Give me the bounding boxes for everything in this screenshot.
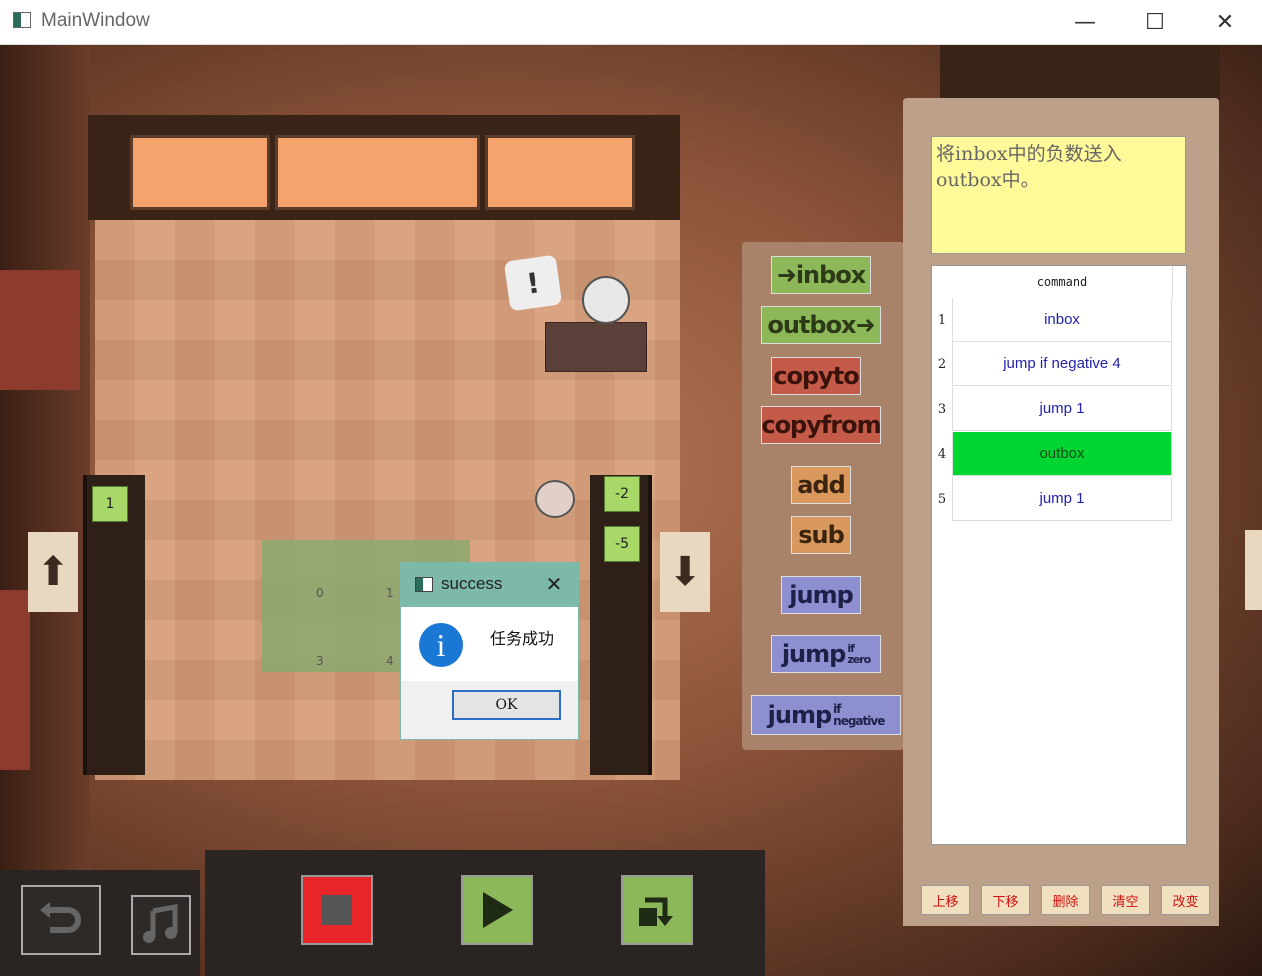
dialog-titlebar: success ✕ [401,563,578,607]
right-arrow-icon: ➜ [776,261,797,289]
ceiling-beam [940,45,1220,100]
tile-label: 4 [386,654,394,668]
move-down-button[interactable]: 下移 [981,885,1030,915]
dialog-body: i 任务成功 [401,607,578,681]
table-row[interactable]: 5 jump 1 [932,477,1172,521]
dialog-title: success [441,574,503,593]
window-title: MainWindow [41,10,150,31]
negative-suffix-icon: if negative [833,702,885,728]
outbox-conveyor [590,475,652,775]
row-command[interactable]: jump 1 [952,387,1172,431]
play-icon [483,892,513,928]
skylight [130,135,270,210]
cmd-add-button[interactable]: add [791,466,851,504]
cmd-label: jump [781,640,846,668]
boss-desk [545,322,647,372]
stop-icon [322,895,352,925]
cmd-label: outbox [767,311,856,339]
cmd-jump-if-zero-button[interactable]: jump if zero [771,635,881,673]
skylight [485,135,635,210]
wall-stripe [0,590,30,770]
close-button[interactable]: ✕ [1202,8,1248,36]
cmd-copyto-button[interactable]: copyto [771,357,861,395]
undo-button[interactable] [21,885,101,955]
cmd-inbox-button[interactable]: ➜ inbox [771,256,871,294]
wall-stripe [0,270,80,390]
tile-label: 1 [386,586,394,600]
step-button[interactable] [621,875,693,945]
app-icon [13,12,31,28]
step-icon [639,897,673,926]
tile-label: 3 [316,654,324,668]
window-titlebar: MainWindow — ☐ ✕ [0,0,1262,45]
dialog-message: 任务成功 [490,629,555,648]
program-table[interactable]: command 1 inbox 2 jump if negative 4 3 j… [931,265,1187,845]
stop-button[interactable] [301,875,373,945]
cmd-outbox-button[interactable]: outbox ➜ [761,306,881,344]
right-arrow-icon: ➜ [855,311,876,339]
row-command[interactable]: jump 1 [952,477,1172,521]
cmd-jump-if-negative-button[interactable]: jump if negative [751,695,901,735]
cmd-sub-button[interactable]: sub [791,516,851,554]
row-number: 5 [937,491,947,507]
ok-button[interactable]: OK [452,690,561,720]
table-header: command [952,266,1173,298]
tile-label: 0 [316,586,324,600]
cmd-jump-button[interactable]: jump [781,576,861,614]
inbox-item: 1 [92,486,128,522]
row-number: 3 [937,401,947,417]
worker-character [535,480,575,518]
move-up-button[interactable]: 上移 [921,885,970,915]
table-row[interactable]: 2 jump if negative 4 [932,342,1172,386]
undo-icon [40,902,81,933]
success-dialog: success ✕ i 任务成功 OK [400,562,579,740]
boss-character [582,276,630,324]
table-row[interactable]: 3 jump 1 [932,387,1172,431]
right-edge-arrow [1245,530,1262,610]
dialog-app-icon [415,577,433,592]
row-command[interactable]: jump if negative 4 [952,342,1172,386]
down-arrow-icon: ⬇ [660,532,710,612]
table-row[interactable]: 1 inbox [932,298,1172,342]
cmd-copyfrom-button[interactable]: copyfrom [761,406,882,444]
outbox-item: -5 [604,526,640,562]
skylight [275,135,480,210]
cmd-label: jump [767,701,832,729]
up-arrow-icon: ⬆ [28,532,78,612]
play-button[interactable] [461,875,533,945]
row-number: 1 [937,312,947,328]
music-note-icon [143,904,178,943]
outbox-item: -2 [604,476,640,512]
row-command[interactable]: inbox [952,298,1172,342]
row-number: 4 [937,446,947,462]
row-command-active[interactable]: outbox [952,432,1172,476]
delete-button[interactable]: 删除 [1041,885,1090,915]
left-wall [0,45,90,925]
row-number: 2 [937,356,947,372]
clear-button[interactable]: 清空 [1101,885,1150,915]
level-description: 将inbox中的负数送入outbox中。 [931,136,1186,254]
zero-suffix-icon: if zero [847,642,871,666]
maximize-button[interactable]: ☐ [1132,8,1178,36]
dialog-close-button[interactable]: ✕ [539,571,569,597]
change-button[interactable]: 改变 [1161,885,1210,915]
music-button[interactable] [131,895,191,955]
speech-bubble: ! [503,254,563,312]
cmd-label: inbox [795,261,866,289]
minimize-button[interactable]: — [1062,8,1108,36]
info-icon: i [419,623,463,667]
table-row[interactable]: 4 outbox [932,432,1172,476]
